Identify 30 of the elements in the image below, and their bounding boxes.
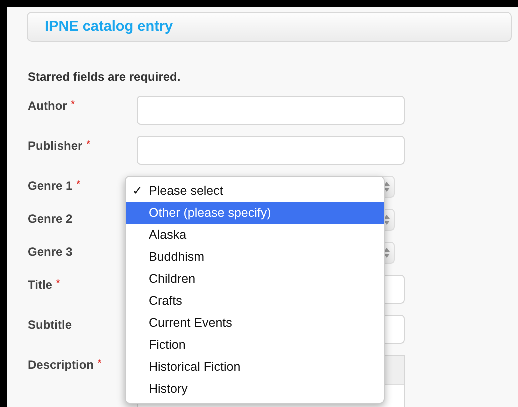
required-mark: * bbox=[98, 358, 102, 368]
input-field[interactable] bbox=[137, 96, 405, 125]
updown-arrow-icon bbox=[384, 248, 390, 258]
updown-arrow-icon bbox=[384, 182, 390, 192]
field-label: Title bbox=[28, 278, 52, 292]
dropdown-option[interactable]: ✓ Please select bbox=[126, 180, 384, 202]
dropdown-option[interactable]: Other (please specify) bbox=[126, 202, 384, 224]
dropdown-option[interactable]: History bbox=[126, 378, 384, 400]
dropdown-option[interactable]: Fiction bbox=[126, 334, 384, 356]
required-mark: * bbox=[86, 139, 90, 149]
field-label: Genre 3 bbox=[28, 245, 73, 259]
dropdown-option[interactable]: Crafts bbox=[126, 290, 384, 312]
field-label: Genre 2 bbox=[28, 212, 73, 226]
required-note: Starred fields are required. bbox=[28, 70, 182, 86]
required-mark: * bbox=[56, 278, 60, 288]
page-title: IPNE catalog entry bbox=[45, 19, 174, 35]
dropdown-option[interactable]: Alaska bbox=[126, 224, 384, 246]
dropdown-option[interactable]: Current Events bbox=[126, 312, 384, 334]
input-field[interactable] bbox=[137, 136, 405, 165]
field-label: Genre 1 bbox=[28, 179, 73, 193]
field-label: Author bbox=[28, 99, 68, 113]
dropdown-option[interactable]: Children bbox=[126, 268, 384, 290]
dropdown-option[interactable]: Buddhism bbox=[126, 246, 384, 268]
field-label: Description bbox=[28, 358, 94, 372]
required-mark: * bbox=[71, 99, 75, 109]
field-label: Subtitle bbox=[28, 318, 72, 332]
updown-arrow-icon bbox=[384, 215, 390, 225]
field-label: Publisher bbox=[28, 139, 83, 153]
dropdown-option[interactable]: Historical Fiction bbox=[126, 356, 384, 378]
required-mark: * bbox=[76, 179, 80, 189]
